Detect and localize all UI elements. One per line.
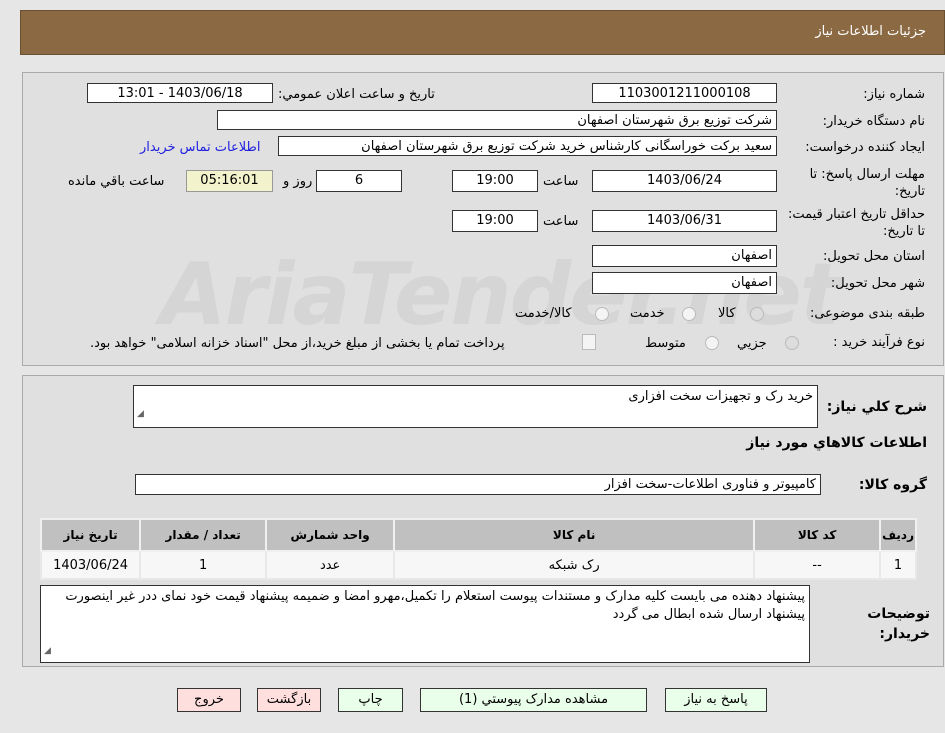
- process-radio-minor[interactable]: [785, 336, 799, 350]
- page-title: جزئیات اطلاعات نیاز: [815, 24, 926, 39]
- cell: 1: [879, 550, 917, 580]
- view-attachments-button[interactable]: مشاهده مدارک پیوستي (1): [420, 688, 647, 712]
- cell: 1403/06/24: [39, 550, 142, 580]
- notes-textarea[interactable]: پیشنهاد دهنده می بایست کلیه مدارک و مستن…: [40, 585, 810, 663]
- category-radio-goods[interactable]: [750, 307, 764, 321]
- payment-checkbox[interactable]: [582, 334, 596, 350]
- announce-label: تاریخ و ساعت اعلان عمومي:: [278, 87, 435, 102]
- notes-text: پیشنهاد دهنده می بایست کلیه مدارک و مستن…: [65, 589, 805, 622]
- days-field: 6: [316, 170, 402, 192]
- col-unit: واحد شمارش: [265, 518, 396, 552]
- announce-field: 1403/06/18 - 13:01: [87, 83, 273, 103]
- need-number-label: شماره نیاز:: [863, 87, 925, 102]
- category-radio-both[interactable]: [595, 307, 609, 321]
- validity-label: حداقل تاریخ اعتبار قیمت: تا تاریخ:: [787, 207, 925, 239]
- process-label: نوع فرآیند خرید :: [833, 335, 925, 350]
- group-label: گروه کالا:: [858, 477, 927, 493]
- buyer-contact-link[interactable]: اطلاعات تماس خریدار: [140, 140, 260, 155]
- deadline-label: مهلت ارسال پاسخ: تا تاریخ:: [809, 167, 925, 199]
- summary-textarea[interactable]: خرید رک و تجهیزات سخت افزاری ◢: [133, 385, 818, 428]
- remaining-label: ساعت باقي مانده: [68, 174, 165, 189]
- col-date: تاریخ نیاز: [39, 518, 142, 552]
- col-name: نام کالا: [393, 518, 756, 552]
- process-option-minor: جزیي: [737, 336, 767, 351]
- group-field: کامپیوتر و فناوری اطلاعات-سخت افزار: [135, 474, 821, 495]
- summary-label: شرح کلي نیاز:: [826, 399, 927, 415]
- deadline-time-field: 19:00: [452, 170, 538, 192]
- cell: عدد: [265, 550, 396, 580]
- resize-grip-icon[interactable]: ◢: [44, 642, 51, 660]
- col-qty: تعداد / مقدار: [139, 518, 268, 552]
- reply-button[interactable]: پاسخ به نیاز: [665, 688, 767, 712]
- creator-field: سعید برکت خوراسگانی کارشناس خرید شرکت تو…: [278, 136, 777, 156]
- cell: رک شبکه: [393, 550, 756, 580]
- summary-text: خرید رک و تجهیزات سخت افزاری: [628, 389, 813, 404]
- col-row: ردیف: [879, 518, 917, 552]
- province-field: اصفهان: [592, 245, 777, 267]
- buyer-org-field: شرکت توزیع برق شهرستان اصفهان: [217, 110, 777, 130]
- process-option-medium: متوسط: [645, 336, 686, 351]
- print-button[interactable]: چاپ: [338, 688, 403, 712]
- back-button[interactable]: بازگشت: [257, 688, 321, 712]
- category-label: طبقه بندی موضوعی:: [809, 306, 925, 321]
- goods-heading: اطلاعات کالاهاي مورد نیاز: [746, 435, 927, 451]
- cell: --: [753, 550, 882, 580]
- category-option-service: خدمت: [630, 306, 665, 321]
- city-label: شهر محل تحویل:: [830, 276, 925, 291]
- province-label: استان محل تحویل:: [823, 249, 925, 264]
- deadline-time-label: ساعت: [543, 174, 579, 189]
- process-radio-medium[interactable]: [705, 336, 719, 350]
- deadline-date-field: 1403/06/24: [592, 170, 777, 192]
- exit-button[interactable]: خروج: [177, 688, 241, 712]
- city-field: اصفهان: [592, 272, 777, 294]
- days-label: روز و: [283, 174, 313, 189]
- notes-label: توضیحات خریدار:: [867, 606, 930, 642]
- col-code: کد کالا: [753, 518, 882, 552]
- category-radio-service[interactable]: [682, 307, 696, 321]
- creator-label: ایجاد کننده درخواست:: [805, 140, 925, 155]
- validity-time-label: ساعت: [543, 214, 579, 229]
- table-row: 1 -- رک شبکه عدد 1 1403/06/24: [39, 550, 917, 580]
- payment-note: پرداخت تمام یا بخشی از مبلغ خرید،از محل …: [90, 336, 505, 351]
- page-header: جزئیات اطلاعات نیاز: [20, 10, 945, 55]
- validity-date-field: 1403/06/31: [592, 210, 777, 232]
- need-number-field: 1103001211000108: [592, 83, 777, 103]
- goods-table: ردیف کد کالا نام کالا واحد شمارش تعداد /…: [39, 518, 917, 580]
- resize-grip-icon[interactable]: ◢: [137, 403, 144, 425]
- category-option-goods: کالا: [718, 306, 736, 321]
- cell: 1: [139, 550, 268, 580]
- category-option-both: کالا/خدمت: [515, 306, 572, 321]
- buyer-org-label: نام دستگاه خریدار:: [822, 114, 925, 129]
- remaining-time-field: 05:16:01: [186, 170, 273, 192]
- validity-time-field: 19:00: [452, 210, 538, 232]
